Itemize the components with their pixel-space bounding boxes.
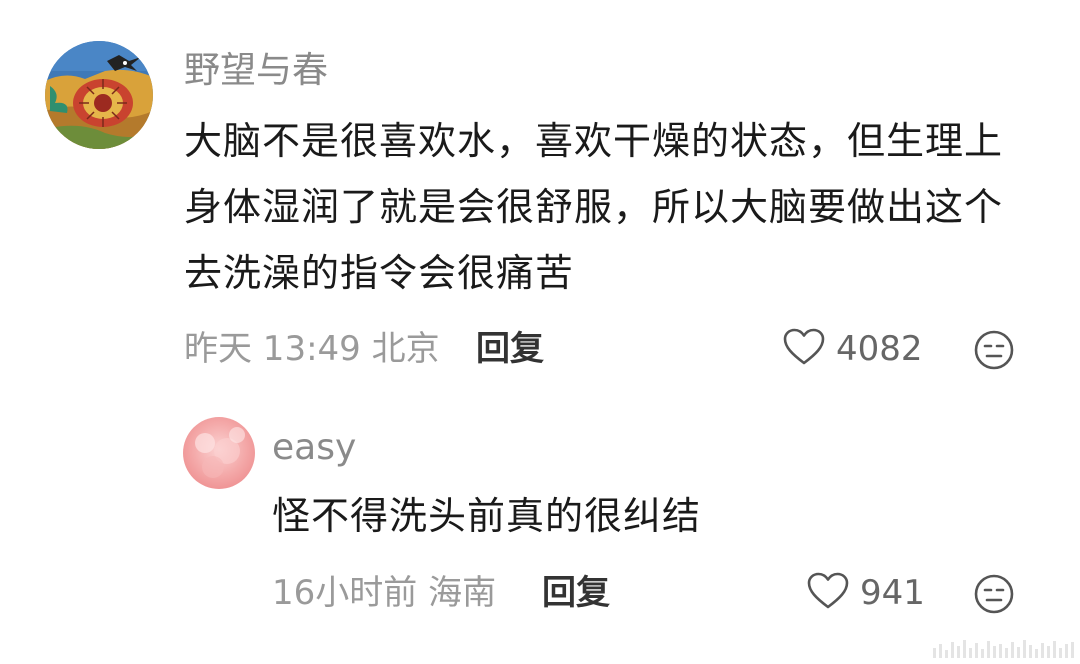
like-count: 941 — [860, 573, 925, 613]
reply-button[interactable]: 回复 — [542, 573, 610, 613]
comment-text: 大脑不是很喜欢水，喜欢干燥的状态，但生理上身体湿润了就是会很舒服，所以大脑要做出… — [184, 119, 1004, 295]
reply-comment-item: easy 怪不得洗头前真的很纠结 16小时前 海南 回复 941 — [0, 390, 1080, 664]
like-button[interactable]: 941 — [806, 571, 925, 615]
reply-button[interactable]: 回复 — [476, 329, 544, 369]
comment-item: 野望与春 大脑不是很喜欢水，喜欢干燥的状态，但生理上身体湿润了就是会很舒服，所以… — [0, 0, 1080, 390]
like-count: 4082 — [836, 329, 923, 369]
heart-outline-icon — [806, 571, 850, 615]
speechless-face-icon[interactable] — [973, 573, 1015, 615]
watermark — [933, 640, 1074, 658]
avatar[interactable] — [183, 417, 255, 489]
comment-time-location: 16小时前 海南 — [272, 573, 497, 613]
speechless-face-icon[interactable] — [973, 329, 1015, 371]
like-button[interactable]: 4082 — [782, 327, 923, 371]
username[interactable]: easy — [272, 426, 356, 470]
username[interactable]: 野望与春 — [184, 49, 328, 93]
heart-outline-icon — [782, 327, 826, 371]
comment-text: 怪不得洗头前真的很纠结 — [272, 494, 702, 538]
avatar[interactable] — [45, 41, 153, 149]
comment-time-location: 昨天 13:49 北京 — [184, 329, 440, 369]
